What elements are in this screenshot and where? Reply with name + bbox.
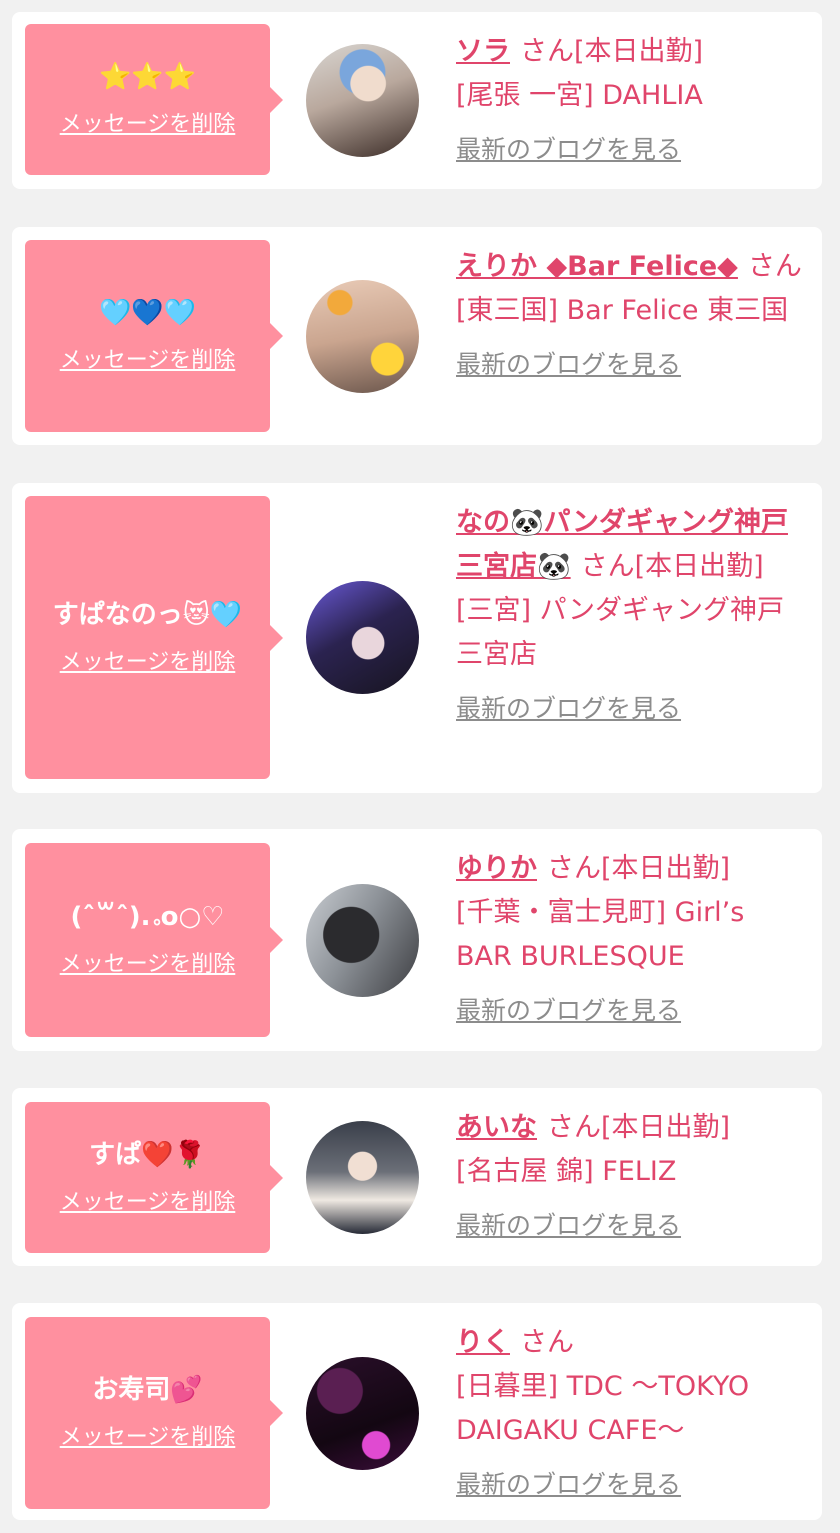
- name-line: えりか ◆Bar Felice◆ さん: [456, 245, 806, 289]
- message-bubble: すぱなのっ😻🩵 メッセージを削除: [25, 496, 283, 779]
- favorite-card: 🩵💙🩵 メッセージを削除 えりか ◆Bar Felice◆ さん [東三国] Ba…: [12, 227, 822, 445]
- message-text: すぱ❤️🌹: [89, 1139, 206, 1170]
- cast-name-link[interactable]: りく: [456, 1327, 510, 1358]
- latest-blog-link[interactable]: 最新のブログを見る: [456, 347, 681, 383]
- favorite-card: すぱ❤️🌹 メッセージを削除 あいな さん[本日出勤] [名古屋 錦] FELIZ…: [12, 1088, 822, 1266]
- avatar[interactable]: [306, 1121, 419, 1234]
- cast-name-link[interactable]: ソラ: [456, 36, 510, 67]
- message-bubble: ⭐⭐⭐ メッセージを削除: [25, 24, 283, 175]
- message-text: ⭐⭐⭐: [98, 61, 197, 92]
- avatar[interactable]: [306, 1357, 419, 1470]
- attendance-status: [本日出勤]: [634, 551, 764, 582]
- latest-blog-link[interactable]: 最新のブログを見る: [456, 132, 681, 168]
- latest-blog-link[interactable]: 最新のブログを見る: [456, 1467, 681, 1503]
- avatar[interactable]: [306, 581, 419, 694]
- message-bubble: (ˆ꒳ˆ).｡o○♡ メッセージを削除: [25, 843, 283, 1037]
- favorite-card: お寿司💕 メッセージを削除 りく さん [日暮里] TDC 〜TOKYO DAIG…: [12, 1303, 822, 1520]
- shop-name: [千葉・富士見町] Girl’s BAR BURLESQUE: [456, 897, 745, 972]
- honorific: さん: [547, 853, 601, 884]
- cast-name-link[interactable]: あいな: [456, 1112, 537, 1143]
- favorite-card: ⭐⭐⭐ メッセージを削除 ソラ さん[本日出勤] [尾張 一宮] DAHLIA 最…: [12, 12, 822, 189]
- avatar[interactable]: [306, 280, 419, 393]
- message-text: 🩵💙🩵: [98, 298, 197, 328]
- message-bubble: お寿司💕 メッセージを削除: [25, 1317, 283, 1509]
- latest-blog-link[interactable]: 最新のブログを見る: [456, 1208, 681, 1244]
- cast-info: りく さん [日暮里] TDC 〜TOKYO DAIGAKU CAFE〜 最新のブ…: [456, 1321, 806, 1503]
- shop-name: [三宮] パンダギャング神戸三宮店: [456, 595, 784, 670]
- message-text: お寿司💕: [92, 1375, 203, 1405]
- message-bubble: すぱ❤️🌹 メッセージを削除: [25, 1102, 283, 1253]
- cast-name-link[interactable]: ゆりか: [456, 853, 537, 884]
- name-line: あいな さん[本日出勤]: [456, 1106, 806, 1150]
- shop-name: [日暮里] TDC 〜TOKYO DAIGAKU CAFE〜: [456, 1371, 750, 1446]
- delete-message-link[interactable]: メッセージを削除: [60, 346, 236, 376]
- avatar[interactable]: [306, 44, 419, 157]
- message-text: すぱなのっ😻🩵: [52, 599, 243, 630]
- delete-message-link[interactable]: メッセージを削除: [60, 110, 236, 140]
- honorific: さん: [747, 251, 802, 282]
- shop-name: [尾張 一宮] DAHLIA: [456, 80, 703, 111]
- favorite-card: (ˆ꒳ˆ).｡o○♡ メッセージを削除 ゆりか さん[本日出勤] [千葉・富士見町…: [12, 829, 822, 1051]
- attendance-status: [本日出勤]: [601, 853, 731, 884]
- cast-info: ソラ さん[本日出勤] [尾張 一宮] DAHLIA 最新のブログを見る: [456, 30, 806, 168]
- message-bubble: 🩵💙🩵 メッセージを削除: [25, 240, 283, 432]
- attendance-status: [本日出勤]: [574, 36, 704, 67]
- avatar[interactable]: [306, 884, 419, 997]
- name-line: なの🐼パンダギャング神戸三宮店🐼 さん[本日出勤]: [456, 501, 806, 589]
- honorific: さん: [520, 36, 574, 67]
- delete-message-link[interactable]: メッセージを削除: [60, 1188, 236, 1218]
- cast-info: あいな さん[本日出勤] [名古屋 錦] FELIZ 最新のブログを見る: [456, 1106, 806, 1244]
- name-line: ソラ さん[本日出勤]: [456, 30, 806, 74]
- cast-info: ゆりか さん[本日出勤] [千葉・富士見町] Girl’s BAR BURLESQ…: [456, 847, 806, 1029]
- latest-blog-link[interactable]: 最新のブログを見る: [456, 993, 681, 1029]
- name-line: ゆりか さん[本日出勤]: [456, 847, 806, 891]
- attendance-status: [本日出勤]: [601, 1112, 731, 1143]
- delete-message-link[interactable]: メッセージを削除: [60, 1423, 236, 1453]
- delete-message-link[interactable]: メッセージを削除: [60, 648, 236, 678]
- shop-name: [名古屋 錦] FELIZ: [456, 1156, 677, 1187]
- honorific: さん: [520, 1327, 574, 1358]
- message-text: (ˆ꒳ˆ).｡o○♡: [70, 902, 225, 932]
- name-line: りく さん: [456, 1321, 806, 1365]
- honorific: さん: [547, 1112, 601, 1143]
- cast-name-link[interactable]: えりか ◆Bar Felice◆: [456, 251, 738, 282]
- cast-info: なの🐼パンダギャング神戸三宮店🐼 さん[本日出勤] [三宮] パンダギャング神戸三…: [456, 501, 806, 727]
- delete-message-link[interactable]: メッセージを削除: [60, 950, 236, 980]
- favorite-card: すぱなのっ😻🩵 メッセージを削除 なの🐼パンダギャング神戸三宮店🐼 さん[本日出勤…: [12, 483, 822, 793]
- honorific: さん: [580, 551, 635, 582]
- latest-blog-link[interactable]: 最新のブログを見る: [456, 691, 681, 727]
- cast-info: えりか ◆Bar Felice◆ さん [東三国] Bar Felice 東三国 …: [456, 245, 806, 383]
- shop-name: [東三国] Bar Felice 東三国: [456, 295, 789, 326]
